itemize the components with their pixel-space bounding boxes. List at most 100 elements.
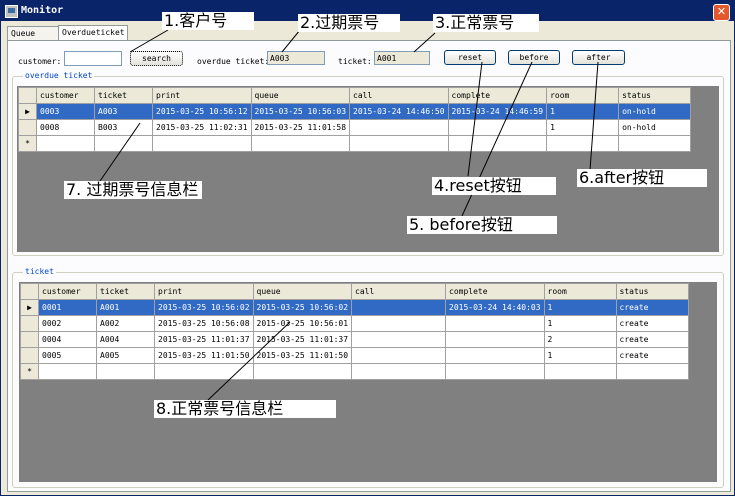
table-cell[interactable]: 0005 — [38, 347, 97, 364]
table-cell[interactable]: 0008 — [36, 119, 95, 136]
column-header[interactable]: call — [351, 283, 447, 300]
column-header[interactable]: print — [152, 87, 252, 104]
table-cell[interactable] — [349, 135, 449, 152]
reset-button[interactable]: reset — [444, 50, 496, 65]
table-cell[interactable]: 2015-03-25 10:56:03 — [250, 103, 351, 120]
column-header[interactable]: customer — [38, 283, 97, 300]
column-header[interactable]: call — [349, 87, 449, 104]
table-cell[interactable]: 1 — [546, 119, 620, 136]
column-header[interactable]: ticket — [94, 87, 153, 104]
tab-queue-list[interactable]: Queue list — [7, 26, 60, 51]
table-cell[interactable] — [38, 363, 97, 380]
table-cell[interactable]: 2015-03-24 14:40:03 — [445, 299, 545, 316]
table-cell[interactable]: 1 — [543, 347, 617, 364]
table-cell[interactable]: 0001 — [38, 299, 97, 316]
row-header[interactable] — [20, 347, 39, 364]
current-row-marker-icon[interactable]: ▶ — [20, 299, 39, 316]
close-button[interactable]: ✕ — [713, 4, 730, 21]
table-cell[interactable]: A005 — [96, 347, 155, 364]
column-header[interactable]: customer — [36, 87, 95, 104]
table-cell[interactable]: create — [615, 331, 689, 348]
table-cell[interactable]: B003 — [94, 119, 153, 136]
table-cell[interactable]: 2015-03-25 11:01:37 — [252, 331, 353, 348]
table-row[interactable]: 0005 A005 2015-03-25 11:01:50 2015-03-25… — [20, 347, 689, 364]
table-cell[interactable]: create — [615, 347, 689, 364]
column-header[interactable]: ticket — [96, 283, 155, 300]
table-row[interactable]: ▶ 0003 A003 2015-03-25 10:56:12 2015-03-… — [18, 103, 692, 120]
normal-ticket-grid[interactable]: customer ticket print queue call complet… — [19, 282, 717, 482]
current-row-marker-icon[interactable]: ▶ — [18, 103, 37, 120]
table-cell[interactable]: 2015-03-24 14:46:59 — [447, 103, 548, 120]
after-button[interactable]: after — [572, 50, 625, 65]
table-cell[interactable]: 2 — [543, 331, 617, 348]
column-header[interactable]: complete — [445, 283, 545, 300]
table-cell[interactable] — [152, 135, 252, 152]
before-button[interactable]: before — [508, 50, 560, 65]
table-cell[interactable] — [349, 119, 449, 136]
column-header[interactable]: queue — [250, 87, 351, 104]
table-cell[interactable]: A001 — [96, 299, 155, 316]
table-cell[interactable] — [94, 135, 153, 152]
table-cell[interactable] — [351, 315, 447, 332]
table-cell[interactable]: 2015-03-24 14:46:50 — [349, 103, 449, 120]
table-cell[interactable] — [351, 299, 447, 316]
table-cell[interactable]: A002 — [96, 315, 155, 332]
column-header[interactable]: room — [546, 87, 620, 104]
table-cell[interactable] — [615, 363, 689, 380]
column-header[interactable]: status — [618, 87, 692, 104]
row-header[interactable] — [18, 119, 37, 136]
table-cell[interactable] — [445, 331, 545, 348]
column-header[interactable]: status — [615, 283, 689, 300]
new-row[interactable]: * — [20, 363, 689, 380]
table-cell[interactable]: 0002 — [38, 315, 97, 332]
table-cell[interactable] — [447, 135, 548, 152]
tab-overdueticket[interactable]: Overdueticket — [58, 25, 128, 41]
table-cell[interactable]: A003 — [94, 103, 153, 120]
column-header[interactable]: print — [154, 283, 254, 300]
table-cell[interactable] — [250, 135, 351, 152]
table-cell[interactable] — [252, 363, 353, 380]
new-row-asterisk-icon[interactable]: * — [20, 363, 39, 380]
table-cell[interactable]: 2015-03-25 10:56:01 — [252, 315, 353, 332]
table-cell[interactable] — [546, 135, 620, 152]
row-header[interactable] — [20, 315, 39, 332]
table-cell[interactable]: on-hold — [618, 119, 692, 136]
table-cell[interactable]: A004 — [96, 331, 155, 348]
table-cell[interactable] — [351, 347, 447, 364]
column-header[interactable]: complete — [447, 87, 548, 104]
table-cell[interactable] — [618, 135, 692, 152]
table-cell[interactable]: 0004 — [38, 331, 97, 348]
table-cell[interactable] — [36, 135, 95, 152]
table-cell[interactable]: 2015-03-25 10:56:02 — [252, 299, 353, 316]
table-cell[interactable] — [445, 347, 545, 364]
table-cell[interactable] — [447, 119, 548, 136]
table-cell[interactable] — [351, 331, 447, 348]
ticket-field[interactable]: A001 — [374, 51, 430, 65]
table-row[interactable]: 0004 A004 2015-03-25 11:01:37 2015-03-25… — [20, 331, 689, 348]
table-cell[interactable]: 2015-03-25 10:56:12 — [152, 103, 252, 120]
table-cell[interactable] — [445, 315, 545, 332]
new-row-asterisk-icon[interactable]: * — [18, 135, 37, 152]
column-header[interactable]: room — [543, 283, 617, 300]
table-cell[interactable] — [154, 363, 254, 380]
new-row[interactable]: * — [18, 135, 692, 152]
overdue-ticket-field[interactable]: A003 — [267, 51, 325, 65]
table-row[interactable]: 0002 A002 2015-03-25 10:56:08 2015-03-25… — [20, 315, 689, 332]
table-cell[interactable] — [445, 363, 545, 380]
table-cell[interactable]: 2015-03-25 10:56:08 — [154, 315, 254, 332]
table-cell[interactable] — [96, 363, 155, 380]
table-cell[interactable] — [351, 363, 447, 380]
table-cell[interactable]: 1 — [546, 103, 620, 120]
table-cell[interactable]: 1 — [543, 315, 617, 332]
table-cell[interactable]: 2015-03-25 11:01:50 — [154, 347, 254, 364]
table-cell[interactable] — [543, 363, 617, 380]
table-row[interactable]: ▶ 0001 A001 2015-03-25 10:56:02 2015-03-… — [20, 299, 689, 316]
table-row[interactable]: 0008 B003 2015-03-25 11:02:31 2015-03-25… — [18, 119, 692, 136]
table-cell[interactable]: create — [615, 315, 689, 332]
table-cell[interactable]: 0003 — [36, 103, 95, 120]
table-cell[interactable]: on-hold — [618, 103, 692, 120]
table-cell[interactable]: 2015-03-25 11:01:37 — [154, 331, 254, 348]
table-cell[interactable]: 2015-03-25 11:01:58 — [250, 119, 351, 136]
table-cell[interactable]: 2015-03-25 10:56:02 — [154, 299, 254, 316]
customer-input[interactable] — [64, 51, 122, 66]
